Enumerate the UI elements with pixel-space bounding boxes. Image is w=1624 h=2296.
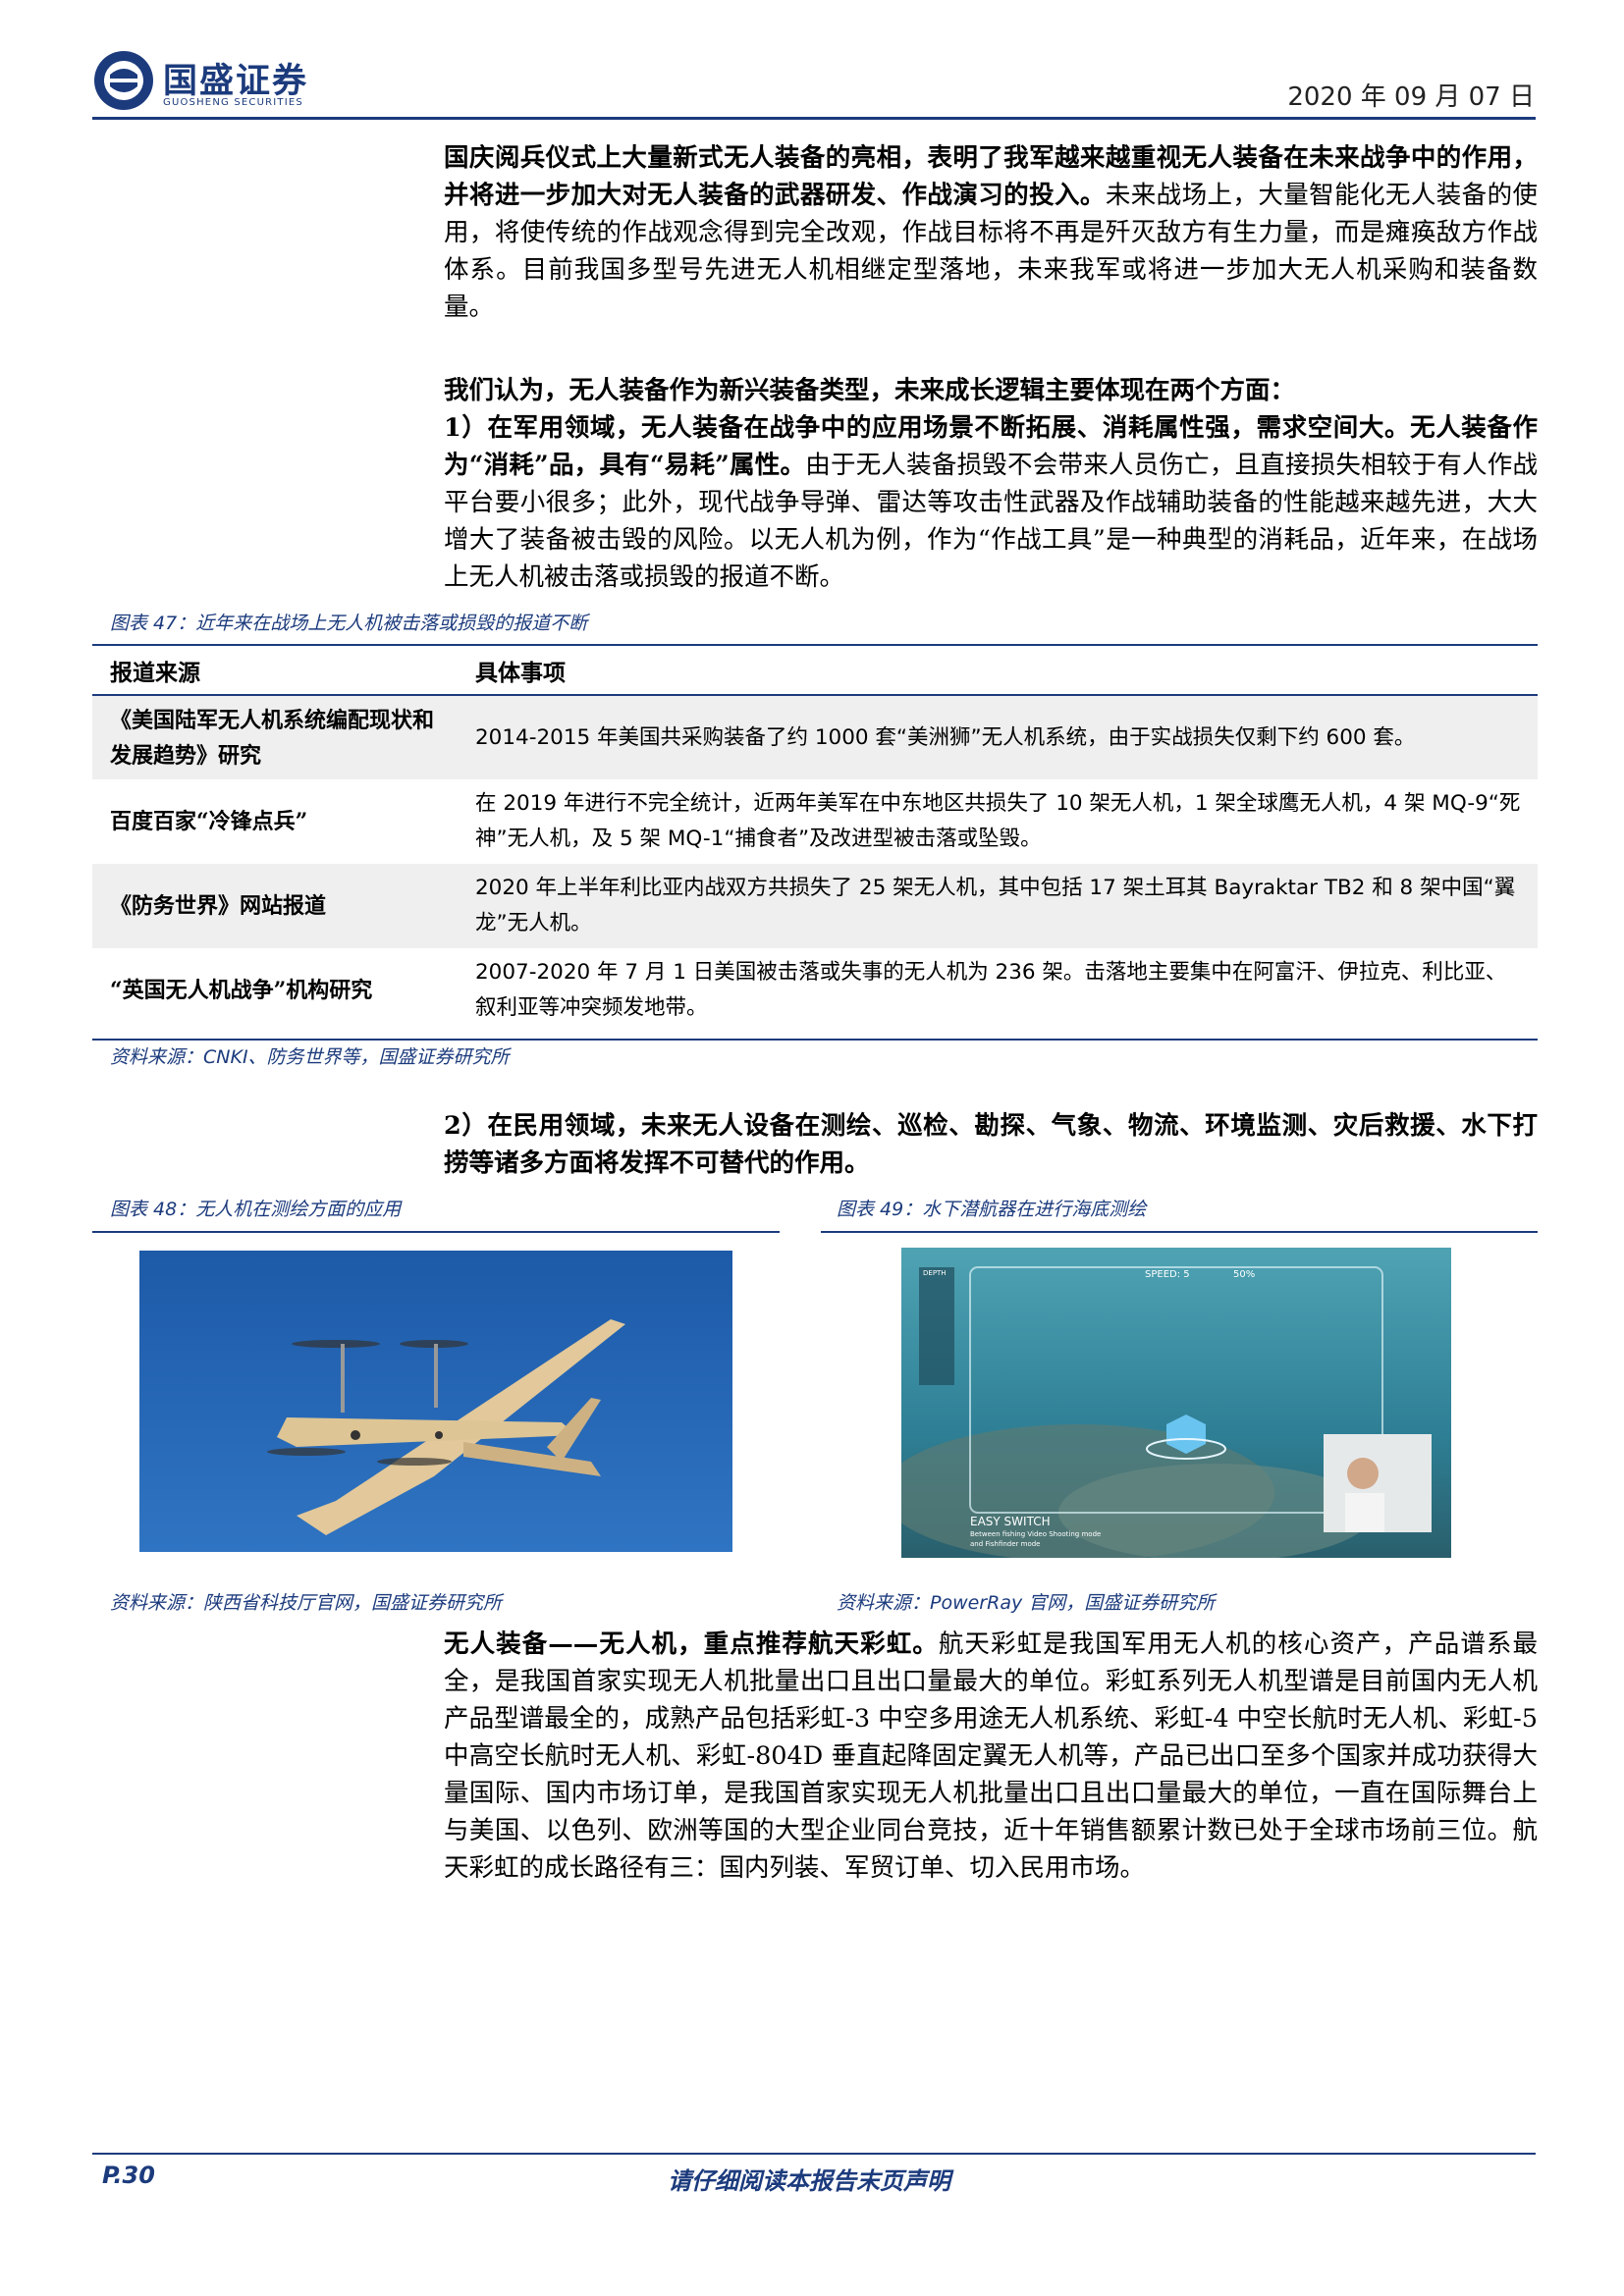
paragraph-parade: 国庆阅兵仪式上大量新式无人装备的亮相，表明了我军越来越重视无人装备在未来战争中的… (444, 139, 1538, 326)
table-cell-source: 《美国陆军无人机系统编配现状和发展趋势》研究 (92, 695, 458, 779)
caption-divider (92, 644, 1538, 646)
table-cell-source: 百度百家“冷锋点兵” (110, 809, 308, 834)
table-row: “英国无人机战争”机构研究 2007-2020 年 7 月 1 日美国被击落或失… (92, 948, 1538, 1033)
paragraph-bold-lead: 我们认为，无人装备作为新兴装备类型，未来成长逻辑主要体现在两个方面： (444, 376, 1296, 405)
hud-depth-label: DEPTH (923, 1269, 947, 1277)
hud-speed: SPEED: 5 (1145, 1269, 1190, 1280)
table-row: 《美国陆军无人机系统编配现状和发展趋势》研究 2014-2015 年美国共采购装… (92, 695, 1538, 779)
figure-47-caption: 图表 47：近年来在战场上无人机被击落或损毁的报道不断 (110, 613, 588, 634)
paragraph-military: 1）在军用领域，无人装备在战争中的应用场景不断拓展、消耗属性强，需求空间大。无人… (444, 409, 1538, 596)
table-cell-source: 《防务世界》网站报道 (92, 864, 458, 948)
hud-mode-line: and Fishfinder mode (970, 1540, 1041, 1548)
table-header-row: 报道来源 具体事项 (92, 647, 1538, 696)
header-divider (92, 117, 1536, 120)
table-row: 《防务世界》网站报道 2020 年上半年利比亚内战双方共损失了 25 架无人机，… (92, 864, 1538, 948)
paragraph-body: 航天彩虹是我国军用无人机的核心资产，产品谱系最全，是我国首家实现无人机批量出口且… (444, 1629, 1538, 1883)
figure-48-source: 资料来源：陕西省科技厅官网，国盛证券研究所 (110, 1592, 503, 1614)
table-row: 百度百家“冷锋点兵” 在 2019 年进行不完全统计，近两年美军在中东地区共损失… (92, 779, 1538, 864)
drone-surveying-photo (139, 1251, 732, 1552)
paragraph-civil: 2）在民用领域，未来无人设备在测绘、巡检、勘探、气象、物流、环境监测、灾后救援、… (444, 1107, 1538, 1182)
figure-49-source: 资料来源：PowerRay 官网，国盛证券研究所 (837, 1592, 1216, 1614)
paragraph-bold-lead: 2）在民用领域，未来无人设备在测绘、巡检、勘探、气象、物流、环境监测、灾后救援、… (444, 1111, 1538, 1178)
underwater-drone-photo: SPEED: 5 50% DEPTH EASY SWITCH Between f… (901, 1248, 1451, 1558)
paragraph-bold-lead: 无人装备——无人机，重点推荐航天彩虹。 (444, 1629, 939, 1659)
paragraph-thesis: 我们认为，无人装备作为新兴装备类型，未来成长逻辑主要体现在两个方面： (444, 372, 1538, 409)
table-cell-detail: 2014-2015 年美国共采购装备了约 1000 套“美洲狮”无人机系统，由于… (458, 695, 1538, 779)
table-cell-detail: 2020 年上半年利比亚内战双方共损失了 25 架无人机，其中包括 17 架土耳… (458, 864, 1538, 948)
footer-disclaimer: 请仔细阅读本报告末页声明 (668, 2166, 950, 2195)
brand-name: 国盛证券 (163, 62, 309, 101)
table-bottom-rule (92, 1039, 1538, 1041)
caption-divider (821, 1231, 1538, 1233)
figure-48-caption: 图表 48：无人机在测绘方面的应用 (110, 1199, 402, 1220)
drone-loss-report-table: 报道来源 具体事项 《美国陆军无人机系统编配现状和发展趋势》研究 2014-20… (92, 647, 1538, 1033)
caption-divider (92, 1231, 780, 1233)
table-cell-source: “英国无人机战争”机构研究 (110, 978, 373, 1003)
underwater-scene (901, 1248, 1451, 1558)
footer-divider (92, 2153, 1536, 2155)
page-number: P.30 (102, 2162, 155, 2189)
guosheng-logo-icon (94, 51, 153, 110)
figure-49-caption: 图表 49：水下潜航器在进行海底测绘 (837, 1199, 1147, 1220)
hud-mode-line: Between fishing Video Shooting mode (970, 1530, 1102, 1538)
brand-name-english: GUOSHENG SECURITIES (163, 97, 303, 108)
paragraph-recommendation: 无人装备——无人机，重点推荐航天彩虹。航天彩虹是我国军用无人机的核心资产，产品谱… (444, 1626, 1538, 1887)
hud-mode-title: EASY SWITCH (970, 1515, 1051, 1528)
table-cell-detail: 2007-2020 年 7 月 1 日美国被击落或失事的无人机为 236 架。击… (475, 960, 1507, 1020)
figure-47-source: 资料来源：CNKI、防务世界等，国盛证券研究所 (110, 1046, 510, 1068)
table-cell-detail: 在 2019 年进行不完全统计，近两年美军在中东地区共损失了 10 架无人机，1… (475, 791, 1521, 851)
column-header-detail: 具体事项 (458, 647, 1538, 696)
report-date: 2020 年 09 月 07 日 (1287, 82, 1535, 112)
column-header-source: 报道来源 (92, 647, 458, 696)
hud-battery: 50% (1233, 1269, 1256, 1280)
